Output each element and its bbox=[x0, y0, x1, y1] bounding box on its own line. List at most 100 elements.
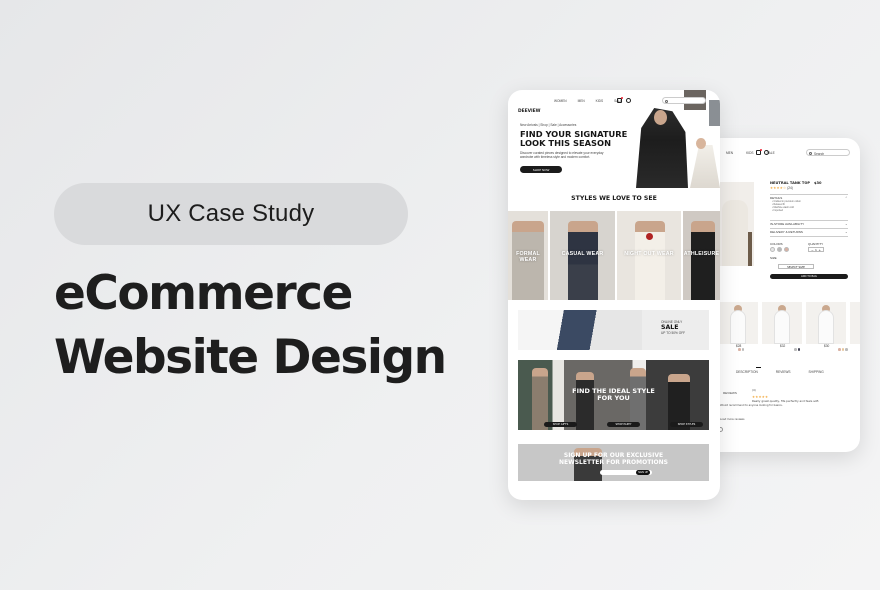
back-nav-item[interactable]: MEN bbox=[726, 151, 733, 155]
hero-paragraph: Discover curated pieces designed to elev… bbox=[520, 151, 604, 159]
search-icon bbox=[809, 151, 812, 155]
newsletter-title-line: NEWSLETTER FOR PROMOTIONS bbox=[559, 458, 668, 466]
color-swatch[interactable] bbox=[770, 247, 775, 252]
chair-leg bbox=[748, 232, 752, 266]
ideal-style-title: FIND THE IDEAL STYLE FOR YOU bbox=[518, 388, 709, 402]
case-study-pill: UX Case Study bbox=[54, 183, 408, 245]
product-card[interactable] bbox=[850, 302, 860, 344]
product-card[interactable] bbox=[718, 302, 758, 344]
rating-stars: ★★★★☆ bbox=[770, 186, 787, 190]
search-icon bbox=[665, 99, 668, 103]
quantity-value: 1 bbox=[815, 247, 817, 252]
hero-title-line-2: Website Design bbox=[54, 330, 447, 385]
plus-icon[interactable]: + bbox=[818, 248, 821, 252]
tab-indicator bbox=[756, 367, 761, 369]
newsletter-title: SIGN UP FOR OUR EXCLUSIVE NEWSLETTER FOR… bbox=[518, 452, 709, 466]
red-flower bbox=[646, 233, 653, 240]
review-count: (24) bbox=[787, 186, 793, 190]
quantity-label: QUANTITY bbox=[808, 242, 824, 246]
ideal-style-title-line: FOR YOU bbox=[597, 394, 630, 402]
nav-item[interactable]: MEN bbox=[578, 99, 585, 103]
chevron-up-icon[interactable]: ⌃ bbox=[845, 196, 848, 200]
model-light-outfit bbox=[690, 145, 720, 188]
search-placeholder: Search bbox=[814, 151, 825, 156]
hero-tagline: New Arrivals | Shop | Sale | Accessories bbox=[520, 123, 577, 127]
hero-headline: FIND YOUR SIGNATURE LOOK THIS SEASON bbox=[520, 130, 636, 148]
minus-icon[interactable]: − bbox=[811, 248, 814, 252]
details-line: • Imported bbox=[772, 209, 783, 212]
color-swatch[interactable] bbox=[784, 247, 789, 252]
divider bbox=[770, 194, 848, 195]
user-icon[interactable] bbox=[764, 150, 769, 155]
nav-links: WOMEN MEN KIDS SALE bbox=[554, 99, 622, 103]
chevron-down-icon[interactable]: ⌄ bbox=[845, 230, 848, 234]
shop-styles-button[interactable]: SHOP STYLES bbox=[670, 422, 703, 427]
related-swatches bbox=[838, 348, 848, 351]
brand-logo[interactable]: DEEVIEW bbox=[518, 109, 541, 114]
ideal-style-buttons: SHOP GIFTS SHOP PARTY SHOP STYLES bbox=[544, 422, 703, 427]
style-tile[interactable]: FORMAL WEAR bbox=[508, 211, 548, 300]
style-tile-label: NIGHT OUT WEAR bbox=[624, 251, 674, 257]
nav-item[interactable]: WOMEN bbox=[554, 99, 567, 103]
product-model bbox=[722, 200, 748, 266]
related-swatches bbox=[794, 348, 801, 351]
tab-shipping[interactable]: SHIPPING bbox=[809, 370, 824, 374]
style-tile[interactable]: CASUAL WEAR bbox=[550, 211, 615, 300]
add-to-bag-button[interactable]: ADD TO BAG bbox=[770, 274, 848, 279]
quantity-stepper[interactable]: − 1 + bbox=[808, 247, 824, 252]
ideal-style-banner: FIND THE IDEAL STYLE FOR YOU SHOP GIFTS … bbox=[518, 360, 709, 430]
sale-banner[interactable]: ONLINE ONLY SALE UP TO 50% OFF bbox=[518, 310, 709, 350]
product-photo bbox=[718, 182, 754, 266]
divider bbox=[770, 228, 848, 229]
back-nav-item[interactable]: KIDS bbox=[746, 151, 753, 155]
shop-gifts-button[interactable]: SHOP GIFTS bbox=[544, 422, 577, 427]
product-price: $30 bbox=[814, 181, 822, 185]
related-price: $32 bbox=[780, 344, 786, 348]
newsletter-signup-button[interactable]: SIGN UP bbox=[636, 470, 650, 475]
nav-item[interactable]: KIDS bbox=[596, 99, 603, 103]
style-tiles: FORMAL WEAR CASUAL WEAR NIGHT OUT WEAR A… bbox=[508, 211, 720, 300]
newsletter-banner: SIGN UP FOR OUR EXCLUSIVE NEWSLETTER FOR… bbox=[518, 444, 709, 481]
case-study-label: UX Case Study bbox=[147, 200, 315, 227]
tab-reviews[interactable]: REVIEWS bbox=[776, 370, 791, 374]
cart-icon[interactable] bbox=[756, 149, 762, 155]
style-tile-label: FORMAL WEAR bbox=[516, 251, 540, 263]
sale-title: SALE bbox=[661, 324, 679, 331]
accordion-delivery[interactable]: DELIVERY & RETURNS bbox=[770, 230, 803, 234]
color-swatch[interactable] bbox=[777, 247, 782, 252]
sale-subtitle: UP TO 50% OFF bbox=[661, 331, 686, 335]
review-text: Really great quality, fits perfectly and… bbox=[752, 399, 820, 403]
size-select[interactable]: SELECT SIZE bbox=[778, 264, 814, 269]
style-tile[interactable]: ATHLEISURE bbox=[683, 211, 720, 300]
accordion-availability[interactable]: IN-STORE AVAILABILITY bbox=[770, 222, 804, 226]
product-name: NEUTRAL TANK TOP bbox=[770, 181, 811, 185]
style-tile-label: CASUAL WEAR bbox=[561, 251, 604, 257]
shop-party-button[interactable]: SHOP PARTY bbox=[607, 422, 640, 427]
style-tile-label: ATHLEISURE bbox=[683, 251, 720, 257]
cart-icon[interactable] bbox=[617, 97, 623, 103]
home-page-mockup: DEEVIEW WOMEN MEN KIDS SALE New Arrivals… bbox=[508, 90, 720, 500]
tab-description[interactable]: DESCRIPTION bbox=[736, 370, 758, 374]
hero-headline-line: LOOK THIS SEASON bbox=[520, 138, 612, 148]
chevron-down-icon[interactable]: ⌄ bbox=[845, 222, 848, 226]
divider bbox=[770, 220, 848, 221]
product-tabs: DESCRIPTION REVIEWS SHIPPING bbox=[736, 370, 824, 374]
related-price: $30 bbox=[824, 344, 830, 348]
load-more-link[interactable]: Load more reviews bbox=[720, 418, 745, 421]
related-swatches bbox=[738, 348, 745, 351]
colors-label: COLORS bbox=[770, 242, 783, 246]
divider bbox=[770, 236, 848, 237]
shop-now-button[interactable]: SHOP NOW bbox=[520, 166, 562, 173]
model-figure bbox=[774, 310, 790, 344]
sale-image bbox=[518, 310, 642, 350]
review-count-label: (4) bbox=[752, 389, 756, 392]
product-card[interactable] bbox=[762, 302, 802, 344]
related-products bbox=[718, 302, 860, 344]
search-input[interactable]: Search bbox=[806, 149, 850, 156]
user-icon[interactable] bbox=[626, 98, 631, 103]
product-rating: ★★★★☆ (24) bbox=[770, 186, 793, 190]
hero-title-line-1: eCommerce bbox=[54, 266, 353, 321]
product-card[interactable] bbox=[806, 302, 846, 344]
search-input[interactable] bbox=[662, 97, 706, 104]
style-tile[interactable]: NIGHT OUT WEAR bbox=[617, 211, 681, 300]
